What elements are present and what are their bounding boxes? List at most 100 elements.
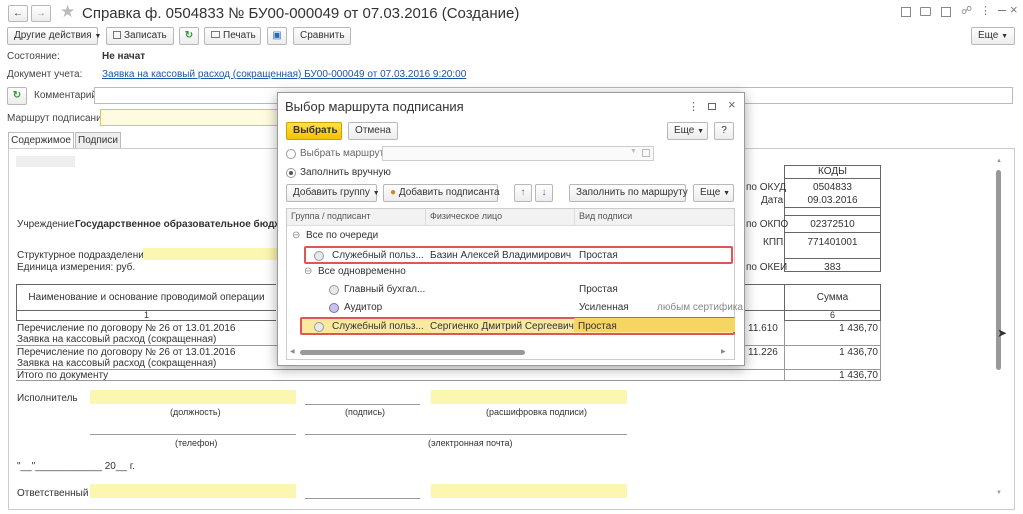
tab-signatures[interactable]: Подписи: [75, 132, 121, 149]
row1-sum: 1 436,70: [839, 323, 878, 334]
other-actions-label: Другие действия: [14, 30, 92, 41]
col-divider-1: [425, 209, 426, 226]
dialog-kebab-icon[interactable]: ⋮: [688, 100, 699, 113]
collapse-icon[interactable]: ⊖: [304, 263, 312, 281]
code-label-okud: по ОКУД: [746, 182, 787, 193]
fill-by-route-button[interactable]: Заполнить по маршруту: [569, 184, 688, 202]
dialog-more2-label: Еще: [700, 187, 721, 198]
more-button[interactable]: Еще ▼: [971, 27, 1015, 45]
route-input[interactable]: [100, 109, 280, 126]
dialog-more2-button[interactable]: Еще ▼: [693, 184, 734, 202]
row1-code: 11.610: [748, 323, 778, 334]
radio-route[interactable]: [286, 149, 296, 159]
dialog-more-label: Еще: [674, 125, 695, 136]
refresh-comment-button[interactable]: ↻: [7, 87, 27, 105]
sum-col-left: [784, 321, 785, 381]
signer-status-icon: [314, 322, 324, 332]
signature-caption: (подпись): [345, 407, 386, 417]
select-button[interactable]: Выбрать: [286, 122, 342, 140]
route-open-icon[interactable]: [642, 149, 650, 157]
close-icon[interactable]: ×: [1010, 2, 1018, 17]
subdivision-field[interactable]: [143, 248, 278, 260]
grid-hscroll-right-icon[interactable]: ▶: [721, 348, 726, 355]
add-group-button[interactable]: Добавить группу ▼: [286, 184, 380, 202]
signer-type: Простая: [574, 318, 735, 332]
add-signer-label: Добавить подписанта: [398, 187, 500, 198]
phone-caption: (телефон): [175, 438, 218, 448]
accounting-doc-link[interactable]: Заявка на кассовый расход (сокращенная) …: [102, 69, 466, 80]
tree-signer-row-4[interactable]: Служебный польз... Сергиенко Дмитрий Сер…: [300, 317, 735, 335]
tab-content[interactable]: Содержимое: [8, 132, 74, 149]
more-label: Еще: [978, 30, 999, 41]
forward-button[interactable]: →: [31, 5, 51, 22]
col-person-header[interactable]: Физическое лицо: [430, 211, 502, 221]
signer-label: Аудитор: [344, 302, 383, 313]
unit-label: Единица измерения: руб.: [17, 262, 136, 273]
row1-line1: Перечисление по договору № 26 от 13.01.2…: [17, 323, 236, 334]
radio-manual-label: Заполнить вручную: [300, 167, 391, 178]
printer-icon[interactable]: [920, 7, 931, 16]
grid-hscroll-thumb[interactable]: [300, 350, 525, 355]
minimize-icon[interactable]: [998, 10, 1006, 11]
kebab-menu-icon[interactable]: ⋮: [980, 4, 991, 17]
code-value-okud: 0504833: [813, 182, 852, 193]
state-value: Не начат: [102, 51, 146, 62]
code-value-kpp: 771401001: [807, 237, 858, 248]
save-file-icon[interactable]: [901, 7, 911, 17]
tree-group-sequential[interactable]: ⊖ Все по очереди: [286, 227, 728, 245]
scrollbar-thumb[interactable]: [996, 170, 1001, 370]
route-select-input[interactable]: [382, 146, 654, 161]
back-button[interactable]: ←: [8, 5, 28, 22]
dialog-more-button[interactable]: Еще ▼: [667, 122, 708, 140]
other-actions-button[interactable]: Другие действия ▼: [7, 27, 102, 45]
save-button[interactable]: Записать: [106, 27, 174, 45]
signature-line: [305, 404, 420, 405]
scroll-up-icon[interactable]: ▲: [996, 158, 1002, 164]
cancel-button[interactable]: Отмена: [348, 122, 398, 140]
print-label: Печать: [223, 30, 256, 41]
help-button[interactable]: ?: [714, 122, 734, 140]
codes-divider-1: [784, 207, 881, 208]
preview-button[interactable]: ▣: [267, 27, 287, 45]
institution-value: Государственное образовательное бюджетн: [75, 219, 298, 230]
refresh-button[interactable]: ↻: [179, 27, 199, 45]
dialog-maximize-icon[interactable]: [708, 103, 716, 110]
chevron-down-icon: ▼: [94, 33, 102, 40]
tree-signer-row-1[interactable]: Служебный польз... Базин Алексей Владими…: [304, 246, 733, 264]
route-dialog: Выбор маршрута подписания ⋮ × Выбрать От…: [277, 92, 745, 366]
copy-icon[interactable]: [941, 7, 951, 17]
dialog-close-icon[interactable]: ×: [728, 97, 736, 112]
executor-decode-field[interactable]: [431, 390, 627, 404]
row2-code: 11.226: [748, 347, 778, 358]
route-select-dropdown-icon[interactable]: ▼: [630, 148, 637, 155]
col-group-header[interactable]: Группа / подписант: [291, 211, 370, 221]
collapse-icon[interactable]: ⊖: [292, 227, 300, 245]
radio-manual[interactable]: [286, 168, 296, 178]
report-header-placeholder: [16, 156, 75, 167]
institution-label: Учреждение: [17, 219, 75, 230]
tree-signer-row-2[interactable]: Главный бухгал... Простая: [286, 281, 728, 299]
codes-divider-4: [784, 258, 881, 259]
responsible-decode-field[interactable]: [431, 484, 627, 498]
state-label: Состояние:: [7, 51, 60, 62]
move-up-button[interactable]: ↑: [514, 184, 532, 202]
scroll-down-icon[interactable]: ▼: [996, 490, 1002, 496]
compare-button[interactable]: Сравнить: [293, 27, 351, 45]
col-type-header[interactable]: Вид подписи: [579, 211, 632, 221]
mid-col-line-b: [745, 310, 785, 311]
star-icon[interactable]: ★: [60, 2, 75, 22]
print-button[interactable]: Печать: [204, 27, 261, 45]
responsible-position-field[interactable]: [90, 484, 296, 498]
tree-group-parallel[interactable]: ⊖ Все одновременно: [286, 263, 728, 281]
executor-position-field[interactable]: [90, 390, 296, 404]
link-icon[interactable]: ☍: [961, 4, 972, 17]
add-group-label: Добавить группу: [293, 187, 370, 198]
dialog-title: Выбор маршрута подписания: [285, 99, 464, 114]
move-down-button[interactable]: ↓: [535, 184, 553, 202]
add-signer-button[interactable]: ● Добавить подписанта: [383, 184, 500, 202]
op-col-num-1: 1: [16, 310, 276, 321]
mid-col-line: [745, 284, 785, 285]
tree-signer-row-3[interactable]: Аудитор Усиленная любым сертифика: [286, 299, 743, 317]
grid-hscroll-left-icon[interactable]: ◀: [290, 348, 295, 355]
row2-line2: Заявка на кассовый расход (сокращенная): [17, 358, 217, 369]
